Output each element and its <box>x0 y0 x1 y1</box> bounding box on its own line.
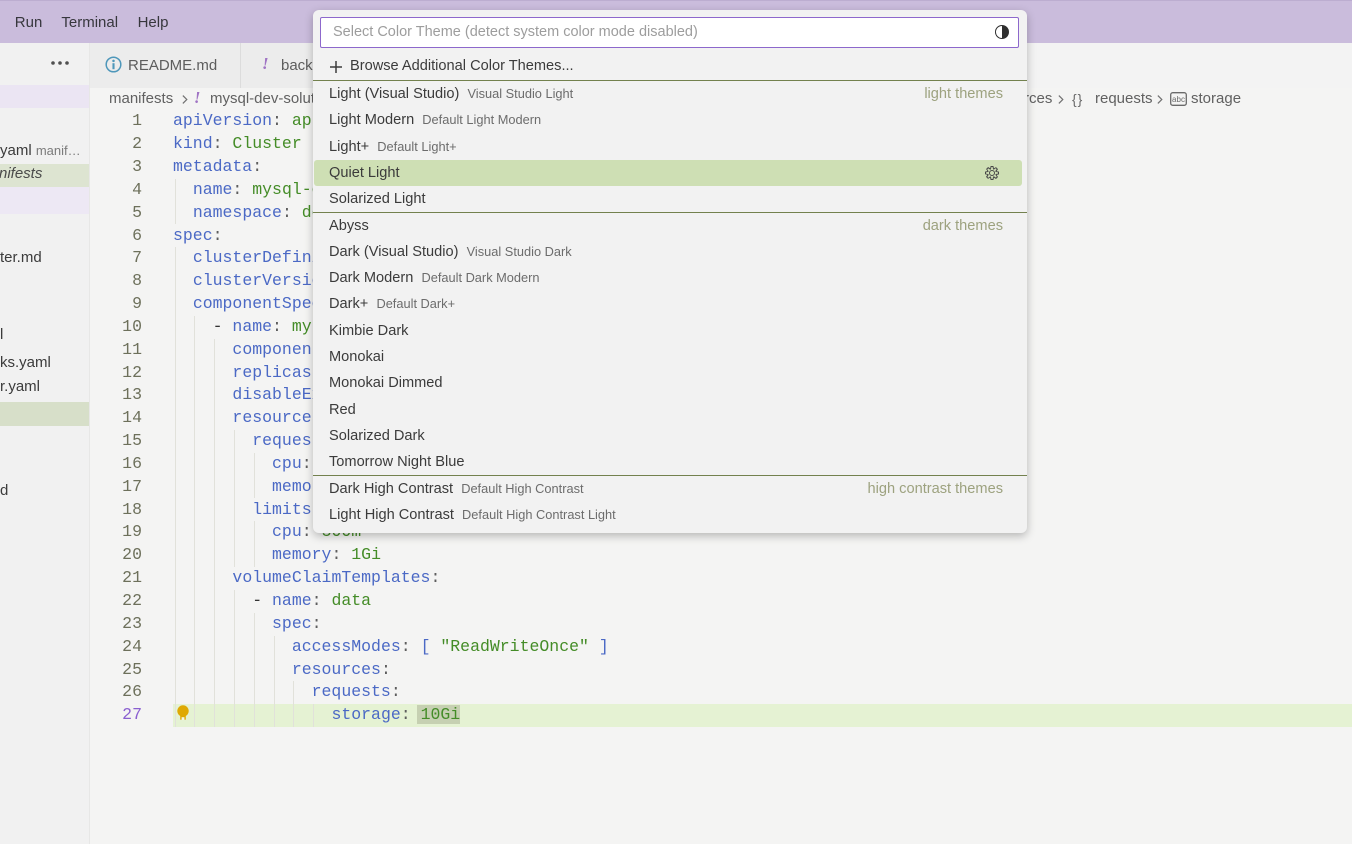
svg-text:abc: abc <box>1172 95 1185 104</box>
